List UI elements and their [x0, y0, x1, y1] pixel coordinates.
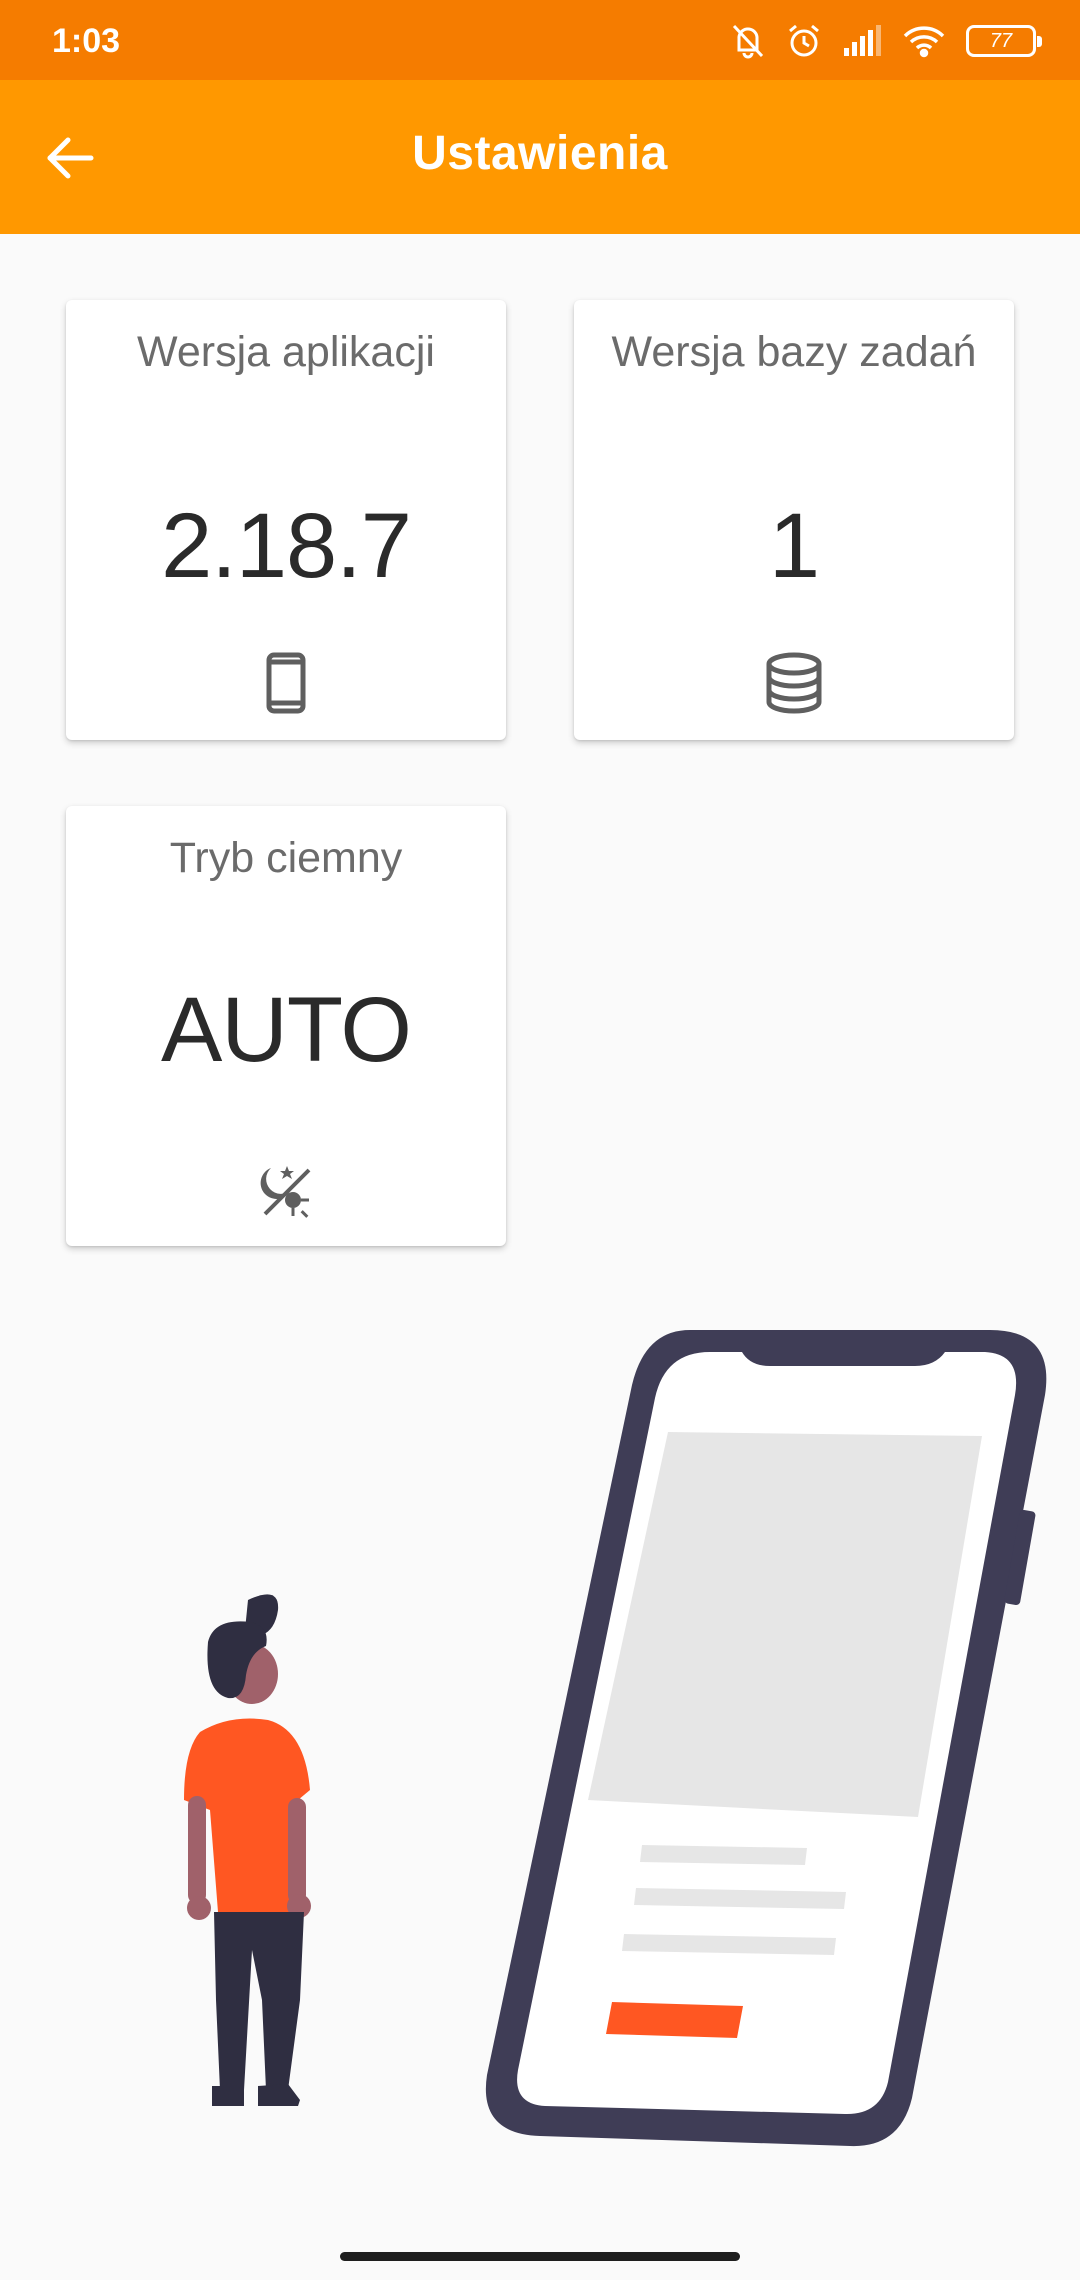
dark-mode-card[interactable]: Tryb ciemny AUTO [66, 806, 506, 1246]
app-version-title: Wersja aplikacji [137, 328, 435, 376]
status-bar: 1:03 77 [0, 0, 1080, 80]
wifi-icon [902, 24, 946, 58]
dark-mode-auto-icon [257, 1162, 315, 1225]
status-icons: 77 [730, 18, 1042, 64]
notifications-off-icon [730, 22, 766, 60]
alarm-icon [786, 22, 822, 60]
app-version-card[interactable]: Wersja aplikacji 2.18.7 [66, 300, 506, 740]
illustration [0, 1300, 1080, 2180]
db-version-title: Wersja bazy zadań [611, 328, 977, 376]
db-version-card[interactable]: Wersja bazy zadań 1 [574, 300, 1014, 740]
page-title: Ustawienia [412, 127, 668, 180]
phone-illustration [485, 1330, 1047, 2147]
app-version-value: 2.18.7 [161, 495, 412, 597]
smartphone-icon [266, 652, 306, 719]
signal-icon [842, 24, 882, 58]
status-time: 1:03 [52, 22, 121, 60]
battery-icon: 77 [966, 25, 1042, 57]
dark-mode-value: AUTO [161, 979, 412, 1081]
person-illustration [184, 1594, 311, 2106]
db-version-value: 1 [768, 495, 820, 597]
app-bar: Ustawienia [0, 80, 1080, 234]
dark-mode-title: Tryb ciemny [169, 834, 403, 882]
gesture-nav-handle[interactable] [340, 2252, 740, 2261]
database-icon [765, 652, 823, 719]
